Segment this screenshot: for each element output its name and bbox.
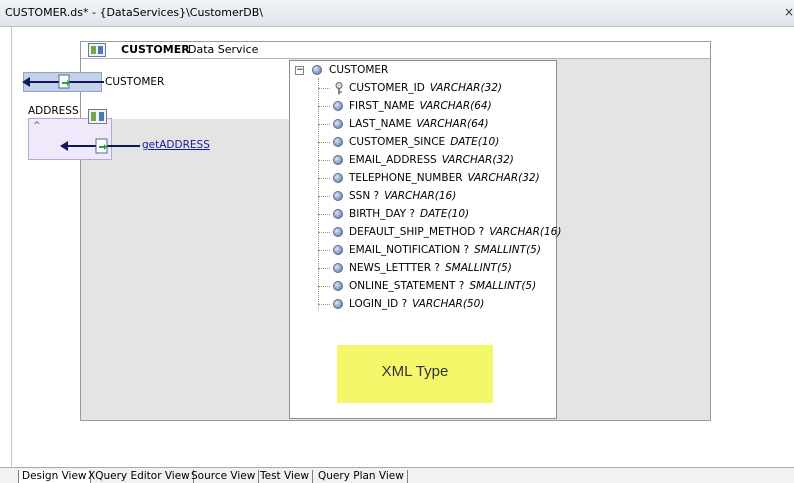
tree-field-row[interactable]: CUSTOMER_ID VARCHAR(32) <box>349 80 502 96</box>
tree-field-row[interactable]: ONLINE_STATEMENT ? SMALLINT(5) <box>349 278 536 294</box>
element-icon <box>333 173 343 183</box>
tree-root-label[interactable]: CUSTOMER <box>329 62 388 78</box>
field-type: SMALLINT(5) <box>474 244 541 256</box>
tree-field-row[interactable]: EMAIL_NOTIFICATION ? SMALLINT(5) <box>349 242 541 258</box>
field-name: FIRST_NAME <box>349 100 415 112</box>
field-name: SSN ? <box>349 190 380 202</box>
data-service-icon <box>88 43 106 57</box>
tree-field-row[interactable]: CUSTOMER_SINCE DATE(10) <box>349 134 499 150</box>
element-icon <box>333 191 343 201</box>
element-icon <box>333 299 343 309</box>
tree-field-row[interactable]: TELEPHONE_NUMBER VARCHAR(32) <box>349 170 540 186</box>
tree-connector <box>318 106 330 108</box>
tree-field-row[interactable]: FIRST_NAME VARCHAR(64) <box>349 98 492 114</box>
field-type: SMALLINT(5) <box>444 262 512 274</box>
tree-field-row[interactable]: SSN ? VARCHAR(16) <box>349 188 456 204</box>
field-name: CUSTOMER_SINCE <box>349 136 446 148</box>
tab-source-view[interactable]: Source View <box>188 470 260 483</box>
element-icon <box>333 281 343 291</box>
tree-field-row[interactable]: BIRTH_DAY ? DATE(10) <box>349 206 469 222</box>
editor-title-bar: CUSTOMER.ds* - {DataServices}\CustomerDB… <box>0 0 794 27</box>
tree-field-row[interactable]: NEWS_LETTTER ? SMALLINT(5) <box>349 260 512 276</box>
field-type: VARCHAR(32) <box>467 172 540 184</box>
element-icon <box>333 227 343 237</box>
field-type: VARCHAR(32) <box>429 82 503 94</box>
field-name: EMAIL_ADDRESS <box>349 154 437 166</box>
tree-connector <box>318 196 330 198</box>
field-type: VARCHAR(32) <box>441 154 514 166</box>
field-name: LOGIN_ID ? <box>349 298 408 310</box>
tree-connector <box>318 214 330 216</box>
tree-connector <box>318 142 330 144</box>
tree-connector <box>318 178 330 180</box>
tree-connector <box>318 124 330 126</box>
tree-field-row[interactable]: LAST_NAME VARCHAR(64) <box>349 116 489 132</box>
tab-test-view[interactable]: Test View <box>257 470 313 483</box>
field-name: TELEPHONE_NUMBER <box>349 172 463 184</box>
tab-query-plan-view[interactable]: Query Plan View <box>315 470 408 483</box>
tree-field-row[interactable]: DEFAULT_SHIP_METHOD ? VARCHAR(16) <box>349 224 561 240</box>
field-name: NEWS_LETTTER ? <box>349 262 440 274</box>
tab-xquery-editor-view[interactable]: XQuery Editor View <box>85 470 194 483</box>
field-type: VARCHAR(16) <box>384 190 457 202</box>
element-icon <box>333 119 343 129</box>
tree-connector <box>318 304 330 306</box>
xml-type-annotation: XML Type <box>337 345 493 403</box>
field-type: VARCHAR(16) <box>489 226 562 238</box>
view-tab-bar: Design View XQuery Editor View Source Vi… <box>0 467 794 483</box>
tree-field-row[interactable]: LOGIN_ID ? VARCHAR(50) <box>349 296 484 312</box>
field-name: LAST_NAME <box>349 118 412 130</box>
key-icon <box>335 82 343 95</box>
tree-connector <box>318 286 330 288</box>
tree-field-row[interactable]: EMAIL_ADDRESS VARCHAR(32) <box>349 152 514 168</box>
address-data-service-icon <box>88 109 107 124</box>
data-service-header: CUSTOMER Data Service <box>81 42 710 59</box>
tree-connector <box>318 160 330 162</box>
field-type: DATE(10) <box>419 208 470 220</box>
data-service-label: Data Service <box>188 43 259 56</box>
tree-connector <box>318 268 330 270</box>
xml-type-label: XML Type <box>381 363 449 380</box>
field-type: VARCHAR(64) <box>419 100 492 112</box>
field-type: VARCHAR(50) <box>412 298 485 310</box>
collapse-icon[interactable]: ^ <box>33 121 41 131</box>
tree-collapse-toggle[interactable]: − <box>295 66 304 75</box>
field-name: ONLINE_STATEMENT ? <box>349 280 465 292</box>
tree-connector <box>318 232 330 234</box>
element-icon <box>333 137 343 147</box>
field-type: SMALLINT(5) <box>469 280 537 292</box>
field-name: EMAIL_NOTIFICATION ? <box>349 244 470 256</box>
get-address-link[interactable]: getADDRESS <box>142 139 210 151</box>
field-name: CUSTOMER_ID <box>349 82 425 94</box>
element-icon <box>333 101 343 111</box>
tab-design-view[interactable]: Design View <box>18 470 91 483</box>
tree-guide-line <box>318 78 320 310</box>
element-icon <box>333 155 343 165</box>
tree-connector <box>318 88 330 90</box>
editor-title: CUSTOMER.ds* - {DataServices}\CustomerDB… <box>5 6 263 19</box>
element-icon <box>333 245 343 255</box>
data-service-name: CUSTOMER <box>121 43 190 56</box>
tree-connector <box>318 250 330 252</box>
field-type: VARCHAR(64) <box>416 118 489 130</box>
root-element-icon <box>312 65 322 75</box>
customer-function-label: CUSTOMER <box>105 76 165 88</box>
customer-function-arrow-icon <box>22 74 104 89</box>
field-name: BIRTH_DAY ? <box>349 208 415 220</box>
field-name: DEFAULT_SHIP_METHOD ? <box>349 226 485 238</box>
get-address-arrow-icon <box>60 138 140 154</box>
field-type: DATE(10) <box>450 136 500 148</box>
left-function-area <box>81 59 290 119</box>
address-relationship-label: ADDRESS <box>28 105 79 117</box>
element-icon <box>333 209 343 219</box>
element-icon <box>333 263 343 273</box>
close-icon[interactable]: × <box>784 5 794 19</box>
